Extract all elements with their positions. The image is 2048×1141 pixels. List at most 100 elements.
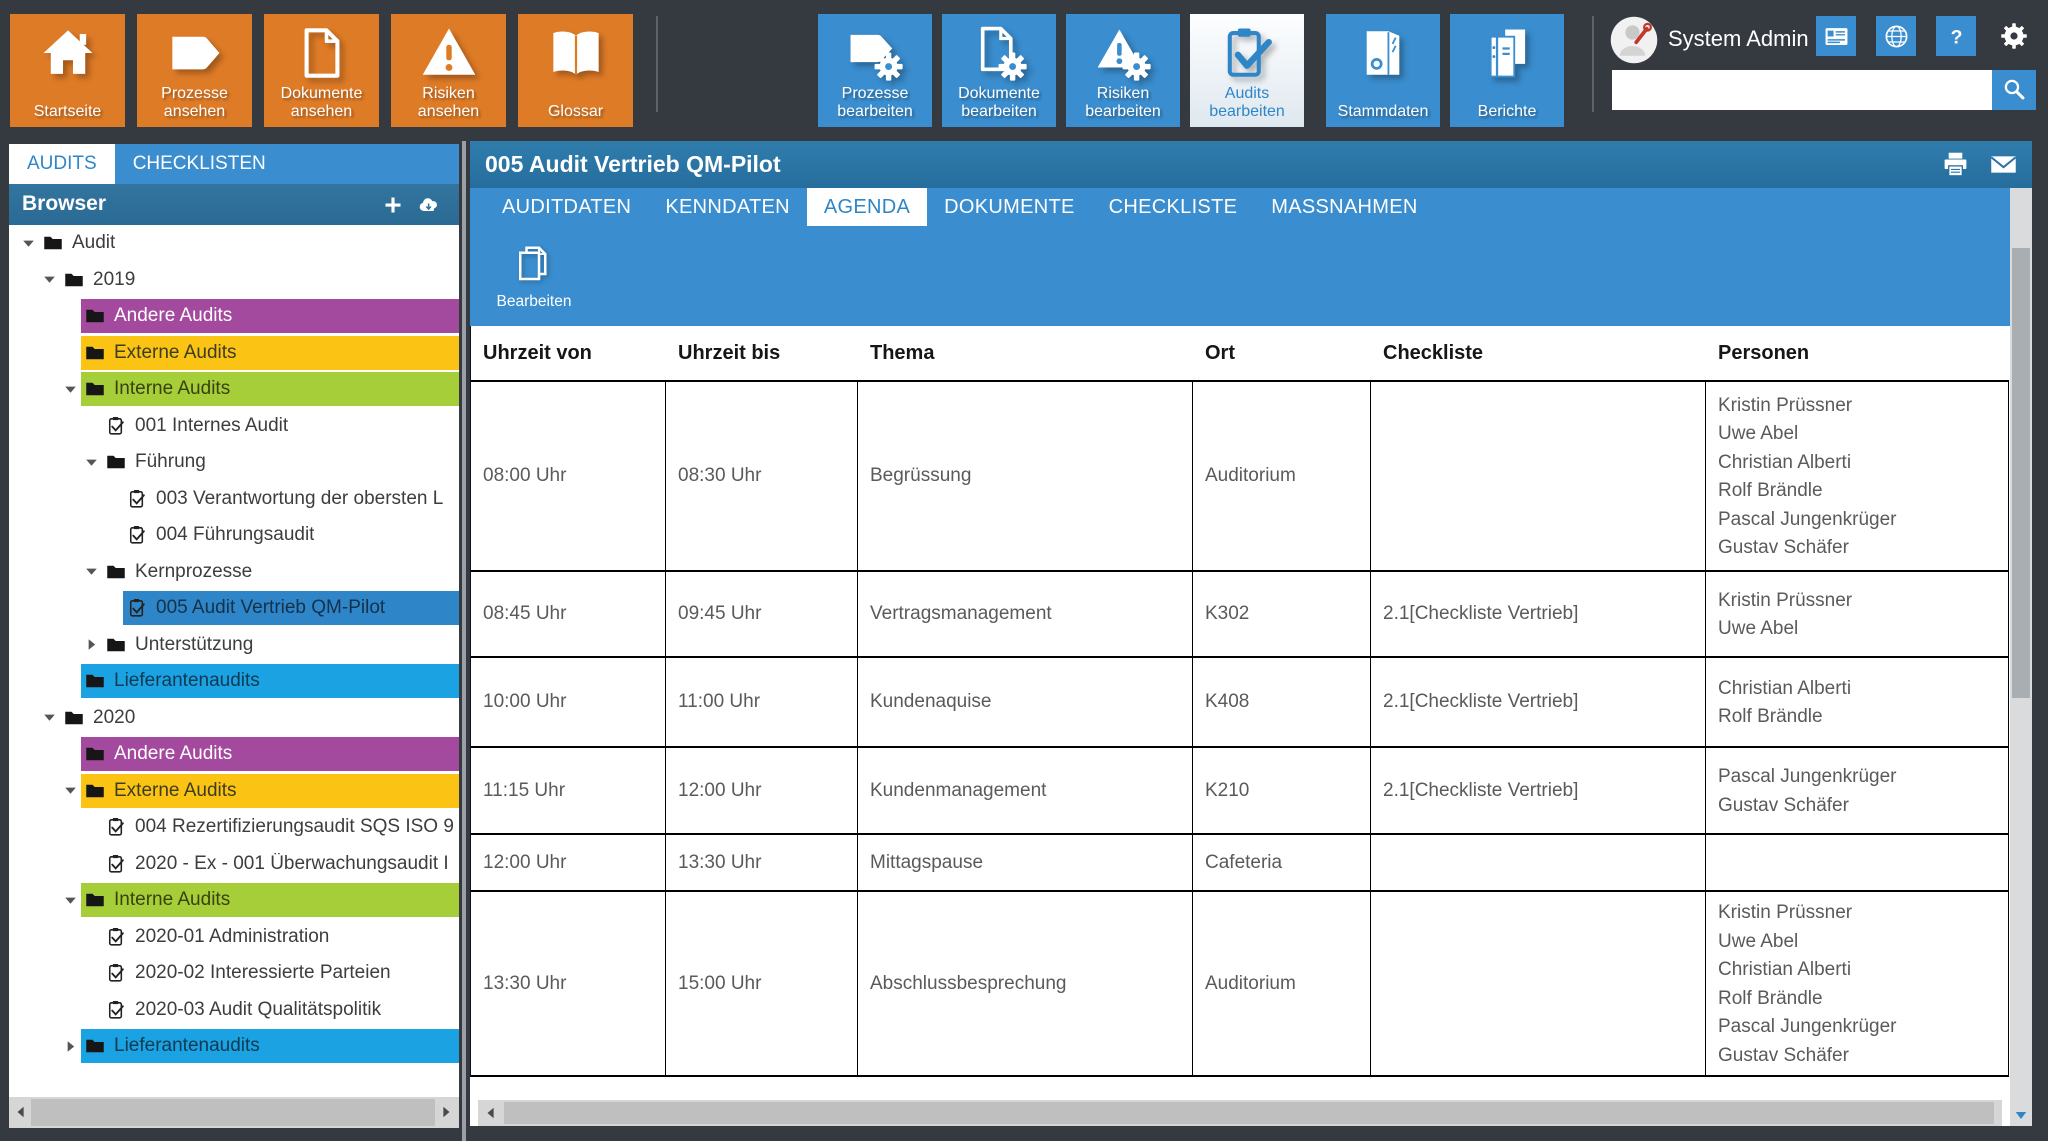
folder-icon	[85, 671, 105, 691]
tile-risiken-bearbeiten[interactable]: Risiken bearbeiten	[1066, 14, 1180, 127]
chevron-down-icon[interactable]	[43, 273, 60, 287]
tile-berichte[interactable]: Berichte	[1450, 14, 1564, 127]
toolbar-divider	[656, 16, 658, 112]
tab-kenndaten[interactable]: KENNDATEN	[648, 188, 807, 226]
app-window: StartseiteProzesse ansehen Dokumente anse…	[0, 0, 2048, 1141]
cloud-download-icon[interactable]	[417, 193, 441, 217]
chevron-down-icon[interactable]	[85, 565, 102, 579]
agenda-row[interactable]: 08:45 Uhr09:45 UhrVertragsmanagementK302…	[471, 572, 2009, 658]
globe-icon[interactable]	[1876, 16, 1916, 56]
tile-dokumente-bearbeiten[interactable]: Dokumente bearbeiten	[942, 14, 1056, 127]
tile-glossar[interactable]: Glossar	[518, 14, 633, 127]
person-name: Rolf Brändle	[1718, 985, 1823, 1014]
tile-prozesse-bearbeiten[interactable]: Prozesse bearbeiten	[818, 14, 932, 127]
cell-bis: 12:00 Uhr	[666, 748, 858, 833]
chevron-down-icon[interactable]	[64, 382, 81, 396]
tree-item-andere-audits[interactable]: Andere Audits	[9, 736, 459, 773]
cell-von: 13:30 Uhr	[471, 892, 666, 1075]
tree-item-audit[interactable]: Audit	[9, 225, 459, 262]
tree-item-2020[interactable]: 2020	[9, 700, 459, 737]
tab-dokumente[interactable]: DOKUMENTE	[927, 188, 1091, 226]
tab-massnahmen[interactable]: MASSNAHMEN	[1254, 188, 1434, 226]
tree-item-2019[interactable]: 2019	[9, 262, 459, 299]
scroll-down-icon[interactable]	[2014, 1108, 2028, 1122]
chevron-down-icon[interactable]	[64, 784, 81, 798]
tab-checklisten[interactable]: CHECKLISTEN	[115, 144, 284, 184]
tile-prozesse-ansehen[interactable]: Prozesse ansehen	[137, 14, 252, 127]
tree-item-externe-audits[interactable]: Externe Audits	[9, 773, 459, 810]
tile-audits-bearbeiten[interactable]: Audits bearbeiten	[1190, 14, 1304, 127]
tree-item-2020-02-interessierte-parteien[interactable]: 2020-02 Interessierte Parteien	[9, 955, 459, 992]
help-icon[interactable]: ?	[1936, 16, 1976, 56]
tree-item-f-hrung[interactable]: Führung	[9, 444, 459, 481]
tree-item-004-f-hrungsaudit[interactable]: 004 Führungsaudit	[9, 517, 459, 554]
main-vertical-scrollbar[interactable]	[2010, 188, 2032, 1126]
chevron-down-icon[interactable]	[64, 893, 81, 907]
tree-item-andere-audits[interactable]: Andere Audits	[9, 298, 459, 335]
tree-item-externe-audits[interactable]: Externe Audits	[9, 335, 459, 372]
tree-item-label: 2019	[93, 269, 135, 291]
person-name: Kristin Prüssner	[1718, 392, 1852, 421]
tree-item-005-audit-vertrieb-qm-pilot[interactable]: 005 Audit Vertrieb QM-Pilot	[9, 590, 459, 627]
tile-label: Dokumente ansehen	[267, 85, 376, 120]
tab-auditdaten[interactable]: AUDITDATEN	[485, 188, 648, 226]
scroll-left-icon[interactable]	[484, 1106, 498, 1120]
tile-risiken-ansehen[interactable]: Risiken ansehen	[391, 14, 506, 127]
print-icon[interactable]	[1941, 150, 1970, 179]
edit-button[interactable]: Bearbeiten	[486, 234, 582, 320]
cell-thema: Abschlussbesprechung	[858, 892, 1193, 1075]
tile-dokumente-ansehen[interactable]: Dokumente ansehen	[264, 14, 379, 127]
tree-item-lieferantenaudits[interactable]: Lieferantenaudits	[9, 663, 459, 700]
tree-item-unterst-tzung[interactable]: Unterstützung	[9, 627, 459, 664]
tree-item-interne-audits[interactable]: Interne Audits	[9, 882, 459, 919]
audit-clipboard-icon	[106, 416, 126, 436]
tree-item-label: Externe Audits	[114, 342, 237, 364]
tree-item-kernprozesse[interactable]: Kernprozesse	[9, 554, 459, 591]
add-icon[interactable]	[383, 195, 403, 215]
chevron-down-icon[interactable]	[43, 711, 60, 725]
tile-stammdaten[interactable]: Stammdaten	[1326, 14, 1440, 127]
agenda-row[interactable]: 12:00 Uhr13:30 UhrMittagspauseCafeteria	[471, 835, 2009, 892]
tree-item-2020-01-administration[interactable]: 2020-01 Administration	[9, 919, 459, 956]
tree-item-2020-ex-001-berwachungsaudit-i[interactable]: 2020 - Ex - 001 Überwachungsaudit I	[9, 846, 459, 883]
scrollbar-thumb[interactable]	[31, 1099, 435, 1126]
badge-icon[interactable]	[1816, 16, 1856, 56]
user-avatar[interactable]	[1610, 16, 1658, 64]
chevron-right-icon[interactable]	[64, 1039, 81, 1053]
mail-icon[interactable]	[1989, 150, 2018, 179]
tree-item-001-internes-audit[interactable]: 001 Internes Audit	[9, 408, 459, 445]
cell-von: 11:15 Uhr	[471, 748, 666, 833]
person-name: Christian Alberti	[1718, 449, 1851, 478]
tree-item-003-verantwortung-der-obersten-l[interactable]: 003 Verantwortung der obersten L	[9, 481, 459, 518]
scroll-left-icon[interactable]	[14, 1105, 28, 1119]
gear-icon[interactable]	[1994, 16, 2034, 56]
person-name: Christian Alberti	[1718, 675, 1851, 704]
chevron-right-icon[interactable]	[85, 638, 102, 652]
agenda-row[interactable]: 08:00 Uhr08:30 UhrBegrüssungAuditoriumKr…	[471, 382, 2009, 572]
chevron-down-icon[interactable]	[85, 455, 102, 469]
scrollbar-thumb[interactable]	[504, 1102, 1994, 1124]
folder-icon	[85, 744, 105, 764]
sidebar: AUDITS CHECKLISTEN Browser Audit 2019 Ande…	[0, 141, 459, 1141]
agenda-row[interactable]: 11:15 Uhr12:00 UhrKundenmanagementK2102.…	[471, 748, 2009, 835]
chevron-down-icon[interactable]	[22, 236, 39, 250]
agenda-row[interactable]: 13:30 Uhr15:00 UhrAbschlussbesprechungAu…	[471, 892, 2009, 1077]
browser-title: Browser	[22, 192, 106, 216]
sidebar-horizontal-scrollbar[interactable]	[9, 1097, 459, 1128]
tab-checkliste[interactable]: CHECKLISTE	[1092, 188, 1255, 226]
tab-agenda[interactable]: AGENDA	[807, 188, 927, 226]
tree-item-interne-audits[interactable]: Interne Audits	[9, 371, 459, 408]
main-horizontal-scrollbar[interactable]	[478, 1100, 2002, 1126]
scroll-right-icon[interactable]	[439, 1105, 453, 1119]
panel-splitter[interactable]	[459, 141, 470, 1141]
tree-item-lieferantenaudits[interactable]: Lieferantenaudits	[9, 1028, 459, 1065]
agenda-row[interactable]: 10:00 Uhr11:00 UhrKundenaquiseK4082.1[Ch…	[471, 658, 2009, 748]
scrollbar-thumb[interactable]	[2012, 248, 2030, 698]
tree-item-label: Andere Audits	[114, 743, 232, 765]
search-input[interactable]	[1612, 70, 1992, 110]
search-button[interactable]	[1992, 70, 2036, 110]
tree-item-2020-03-audit-qualit-tspolitik[interactable]: 2020-03 Audit Qualitätspolitik	[9, 992, 459, 1029]
tab-audits[interactable]: AUDITS	[9, 144, 115, 184]
tree-item-004-rezertifizierungsaudit-sqs-iso-9[interactable]: 004 Rezertifizierungsaudit SQS ISO 9	[9, 809, 459, 846]
tile-startseite[interactable]: Startseite	[10, 14, 125, 127]
